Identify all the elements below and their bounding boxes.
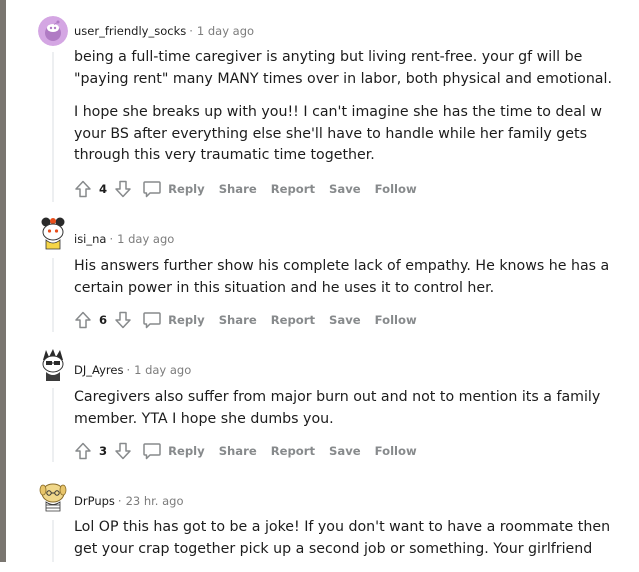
reply-button[interactable]: Reply (142, 310, 205, 330)
separator: · (117, 494, 122, 508)
downvote-button[interactable] (114, 442, 132, 460)
timestamp[interactable]: 1 day ago (134, 363, 191, 377)
separator: · (109, 232, 114, 246)
reply-label: Reply (168, 182, 205, 196)
follow-button[interactable]: Follow (375, 313, 417, 327)
downvote-button[interactable] (114, 311, 132, 329)
thread-line[interactable] (52, 52, 54, 202)
separator: · (189, 24, 193, 38)
comment-body: His answers further show his complete la… (74, 256, 614, 311)
separator: · (126, 363, 131, 377)
downvote-icon (115, 311, 131, 329)
comment-paragraph: His answers further show his complete la… (74, 258, 610, 296)
comment-body: being a full-time caregiver is anyting b… (74, 47, 614, 179)
comment-body: Lol OP this has got to be a joke! If you… (74, 517, 614, 572)
avatar[interactable] (38, 478, 68, 512)
follow-button[interactable]: Follow (375, 444, 417, 458)
comment-bubble-icon (143, 312, 161, 329)
author-link[interactable]: user_friendly_socks (74, 24, 186, 38)
share-button[interactable]: Share (219, 313, 257, 327)
avatar[interactable] (38, 216, 68, 250)
follow-button[interactable]: Follow (375, 182, 417, 196)
report-button[interactable]: Report (271, 313, 315, 327)
comment-meta: DJ_Ayres · 1 day ago (74, 362, 191, 378)
save-button[interactable]: Save (329, 182, 361, 196)
save-button[interactable]: Save (329, 444, 361, 458)
upvote-icon (75, 442, 91, 460)
timestamp[interactable]: 23 hr. ago (126, 494, 184, 508)
action-bar: 6 Reply Share Report Save Follow (74, 309, 417, 331)
action-bar: 3 Reply Share Report Save Follow (74, 440, 417, 462)
comment-body: Caregivers also suffer from major burn o… (74, 387, 614, 442)
downvote-button[interactable] (114, 180, 132, 198)
vote-count: 4 (99, 182, 108, 196)
reply-label: Reply (168, 313, 205, 327)
share-button[interactable]: Share (219, 182, 257, 196)
comment-paragraph: I hope she breaks up with you!! I can't … (74, 104, 602, 164)
thread-line[interactable] (52, 520, 54, 562)
author-link[interactable]: DrPups (74, 494, 115, 508)
avatar[interactable] (38, 16, 68, 46)
comment-bubble-icon (143, 443, 161, 460)
avatar[interactable] (38, 348, 68, 381)
timestamp[interactable]: 1 day ago (197, 24, 254, 38)
reply-button[interactable]: Reply (142, 441, 205, 461)
downvote-icon (115, 442, 131, 460)
upvote-icon (75, 311, 91, 329)
timestamp[interactable]: 1 day ago (117, 232, 174, 246)
left-rail (0, 0, 6, 562)
upvote-button[interactable] (74, 180, 92, 198)
report-button[interactable]: Report (271, 182, 315, 196)
upvote-icon (75, 180, 91, 198)
vote-count: 6 (99, 313, 108, 327)
comment-paragraph: Caregivers also suffer from major burn o… (74, 389, 601, 427)
vote-count: 3 (99, 444, 108, 458)
comment-bubble-icon (143, 181, 161, 198)
author-link[interactable]: isi_na (74, 232, 106, 246)
report-button[interactable]: Report (271, 444, 315, 458)
comment-meta: isi_na · 1 day ago (74, 231, 174, 247)
reply-label: Reply (168, 444, 205, 458)
upvote-button[interactable] (74, 442, 92, 460)
downvote-icon (115, 180, 131, 198)
thread-line[interactable] (52, 388, 54, 462)
save-button[interactable]: Save (329, 313, 361, 327)
author-link[interactable]: DJ_Ayres (74, 363, 123, 377)
comment-meta: DrPups · 23 hr. ago (74, 493, 184, 509)
action-bar: 4 Reply Share Report Save Follow (74, 178, 417, 200)
thread-line[interactable] (52, 258, 54, 332)
comment-meta: user_friendly_socks · 1 day ago (74, 23, 254, 39)
comment-paragraph: Lol OP this has got to be a joke! If you… (74, 519, 611, 557)
comment-paragraph: being a full-time caregiver is anyting b… (74, 49, 612, 87)
reply-button[interactable]: Reply (142, 179, 205, 199)
share-button[interactable]: Share (219, 444, 257, 458)
upvote-button[interactable] (74, 311, 92, 329)
